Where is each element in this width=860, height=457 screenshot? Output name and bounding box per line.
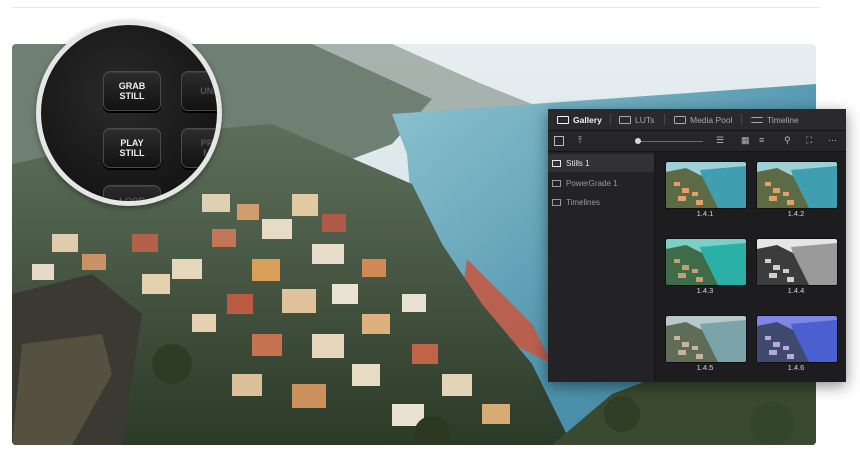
loop-key: LOOP xyxy=(103,185,161,201)
gallery-icon xyxy=(557,115,569,124)
list-view-icon[interactable]: ≡ xyxy=(759,135,764,146)
still-thumbnail[interactable] xyxy=(756,238,838,286)
tab-gallery-label: Gallery xyxy=(573,114,602,125)
sort-icon[interactable]: ☰ xyxy=(716,135,724,146)
still-label: 1.4.4 xyxy=(787,286,805,295)
panel-tabs: Gallery LUTs Media Pool Timeline xyxy=(548,109,846,131)
more-options-icon[interactable]: ⋯ xyxy=(828,135,837,146)
still-label: 1.4.2 xyxy=(787,209,805,218)
play-still-key: PLAY STILL xyxy=(103,128,161,168)
stills-album-icon xyxy=(552,159,561,167)
tab-timeline[interactable]: Timeline xyxy=(751,109,799,130)
media-pool-icon xyxy=(674,115,686,124)
still-thumbnail[interactable] xyxy=(665,315,747,363)
tab-divider xyxy=(610,114,611,125)
album-stills-1[interactable]: Stills 1 xyxy=(548,154,654,172)
still-thumbnail[interactable] xyxy=(756,315,838,363)
grab-still-key: GRAB STILL xyxy=(103,71,161,111)
fullscreen-icon[interactable]: ⛶ xyxy=(806,135,812,146)
still-thumbnail[interactable] xyxy=(756,161,838,209)
gallery-toolbar: ⤒ ☰ ▦ ≡ ⚲ ⛶ ⋯ xyxy=(548,131,846,152)
slider-knob[interactable] xyxy=(635,138,641,144)
album-label: Stills 1 xyxy=(566,158,590,168)
stills-grid: 1.4.1 1.4.2 1.4.3 1.4.4 1.4.5 1.4.6 xyxy=(655,152,846,382)
upload-icon[interactable]: ⤒ xyxy=(578,135,582,146)
grid-view-icon[interactable]: ▦ xyxy=(741,135,750,146)
top-divider xyxy=(12,7,820,8)
still-label: 1.4.3 xyxy=(696,286,714,295)
album-timelines[interactable]: Timelines xyxy=(548,193,654,211)
keyboard-magnifier: GRAB STILL UND PLAY STILL PRE ME LOOP xyxy=(36,20,222,206)
still-thumbnail[interactable] xyxy=(665,238,747,286)
album-label: PowerGrade 1 xyxy=(566,178,618,188)
tab-luts-label: LUTs xyxy=(635,114,655,125)
thumbnail-size-slider[interactable] xyxy=(638,141,703,142)
tab-media-pool-label: Media Pool xyxy=(690,114,733,125)
timelines-album-icon xyxy=(552,198,561,206)
album-powergrade-1[interactable]: PowerGrade 1 xyxy=(548,174,654,192)
luts-icon xyxy=(619,115,631,124)
album-list: Stills 1 PowerGrade 1 Timelines xyxy=(548,152,655,382)
gallery-panel: Gallery LUTs Media Pool Timeline ⤒ ☰ ▦ ≡… xyxy=(548,109,846,382)
powergrade-album-icon xyxy=(552,179,561,187)
album-label: Timelines xyxy=(566,197,600,207)
still-thumbnail[interactable] xyxy=(665,161,747,209)
tab-divider xyxy=(664,114,665,125)
tab-gallery[interactable]: Gallery xyxy=(557,109,602,130)
tab-divider xyxy=(741,114,742,125)
preview-memory-key: PRE ME xyxy=(181,128,217,168)
sidebar-toggle-icon[interactable] xyxy=(554,136,564,146)
still-label: 1.4.6 xyxy=(787,363,805,372)
still-label: 1.4.1 xyxy=(696,209,714,218)
tab-timeline-label: Timeline xyxy=(767,114,799,125)
search-icon[interactable]: ⚲ xyxy=(784,135,791,146)
undo-key: UND xyxy=(181,71,217,111)
tab-media-pool[interactable]: Media Pool xyxy=(674,109,733,130)
tab-luts[interactable]: LUTs xyxy=(619,109,654,130)
still-label: 1.4.5 xyxy=(696,363,714,372)
timeline-icon xyxy=(751,116,763,123)
